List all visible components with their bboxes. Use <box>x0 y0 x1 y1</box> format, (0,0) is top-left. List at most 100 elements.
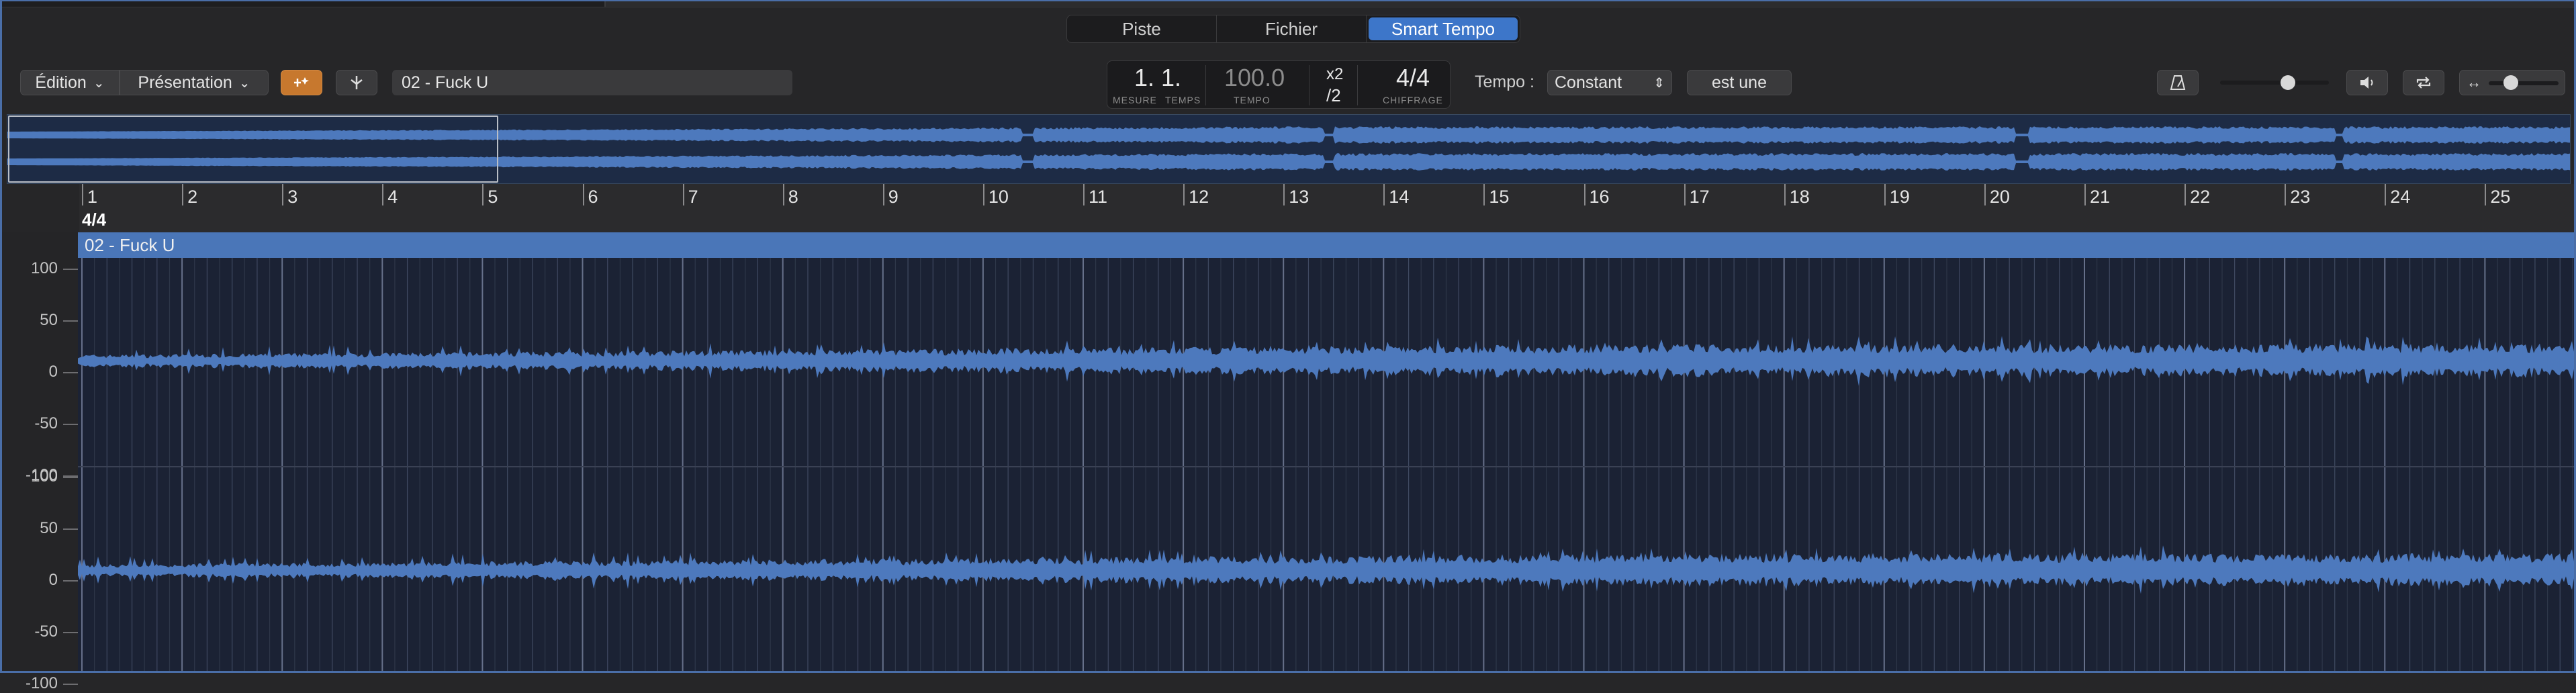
bar-number: 12 <box>1189 187 1209 207</box>
bar-tick <box>182 184 184 205</box>
scale-label: -50 <box>34 414 58 432</box>
channel-separator <box>78 466 2576 467</box>
bar-tick <box>282 184 284 205</box>
scale-tick <box>63 528 78 530</box>
waveform-editor[interactable] <box>78 258 2576 673</box>
bar-number: 10 <box>988 187 1009 207</box>
scale-label: -50 <box>34 622 58 641</box>
updown-chevron-icon: ⇕ <box>1653 75 1665 91</box>
zoom-slider[interactable] <box>2489 81 2559 85</box>
bar-tick <box>1684 184 1686 205</box>
bar-number: 14 <box>1389 187 1410 207</box>
catch-playhead-icon <box>351 76 363 89</box>
bar-number: 24 <box>2390 187 2411 207</box>
region-header[interactable]: 02 - Fuck U <box>78 232 2576 258</box>
bar-number: 5 <box>488 187 498 207</box>
bar-tick <box>482 184 484 205</box>
view-menu-label: Présentation <box>138 73 232 92</box>
tempo-action-button[interactable]: est une <box>1687 70 1792 95</box>
audio-waveform <box>78 336 2576 386</box>
bar-tick <box>782 184 784 205</box>
bar-tick <box>1283 184 1285 205</box>
flex-sparkle-icon <box>294 77 309 87</box>
bar-ruler[interactable]: 1 2 3 4 5 6 7 8 9 10 11 12 13 14 15 16 17 18 19 20 21 22 23 24 2… <box>79 184 2576 233</box>
bar-tick <box>1083 184 1085 205</box>
scale-tick <box>63 269 78 270</box>
bar-tick <box>2184 184 2187 205</box>
lcd-tempo-multiply[interactable]: x2 <box>1326 65 1343 84</box>
scale-tick <box>63 580 78 582</box>
bar-tick <box>1784 184 1786 205</box>
bar-number: 13 <box>1289 187 1309 207</box>
bar-number: 4 <box>387 187 398 207</box>
scale-tick <box>63 320 78 322</box>
bar-number: 19 <box>1889 187 1910 207</box>
bar-number: 6 <box>588 187 598 207</box>
scale-tick <box>63 424 78 425</box>
tempo-mode-popup[interactable]: Constant ⇕ <box>1547 70 1672 95</box>
bar-tick <box>2485 184 2487 205</box>
bar-tick <box>2084 184 2086 205</box>
window-top-strip <box>0 0 2576 8</box>
bar-number: 25 <box>2490 187 2511 207</box>
tab-fichier[interactable]: Fichier <box>1217 15 1367 42</box>
volume-slider-knob[interactable] <box>2281 75 2295 90</box>
scale-tick <box>63 477 78 478</box>
bar-number: 16 <box>1589 187 1610 207</box>
scale-tick <box>63 684 78 685</box>
amplitude-scale: 100 50 0 -50 -100 100 50 0 -50 -100 <box>0 232 79 692</box>
scale-label: 0 <box>48 363 58 381</box>
cycle-button[interactable] <box>2403 70 2444 95</box>
edit-menu-button[interactable]: Édition ⌄ <box>20 70 120 95</box>
bar-tick <box>582 184 584 205</box>
audio-waveform <box>78 545 2576 594</box>
view-menu-button[interactable]: Présentation ⌄ <box>120 70 269 95</box>
bar-number: 3 <box>287 187 298 207</box>
bar-tick <box>82 184 83 205</box>
lcd-measure-label: MESURE <box>1113 95 1157 105</box>
bar-tick <box>1383 184 1385 205</box>
bar-number: 7 <box>688 187 698 207</box>
bar-number: 23 <box>2290 187 2311 207</box>
speaker-icon <box>2360 77 2373 89</box>
scale-tick <box>63 632 78 633</box>
edit-menu-label: Édition <box>35 73 87 92</box>
chevron-down-icon: ⌄ <box>238 75 250 91</box>
zoom-slider-knob[interactable] <box>2503 75 2518 90</box>
waveform-graphic <box>78 258 2576 673</box>
metronome-button[interactable] <box>2157 70 2199 95</box>
bar-number: 21 <box>2090 187 2111 207</box>
track-name-field[interactable]: 02 - Fuck U <box>392 70 792 95</box>
ruler-time-signature: 4/4 <box>82 210 107 230</box>
bar-tick <box>1183 184 1185 205</box>
lcd-tempo-divide[interactable]: /2 <box>1326 85 1341 106</box>
flex-button[interactable] <box>281 70 322 95</box>
bar-number: 18 <box>1789 187 1810 207</box>
bar-tick <box>882 184 884 205</box>
lcd-tempo-label: TEMPO <box>1234 95 1271 105</box>
bar-number: 1 <box>87 187 98 207</box>
tab-smart-tempo[interactable]: Smart Tempo <box>1369 17 1518 40</box>
horizontal-zoom-icon: ↔ <box>2467 74 2481 91</box>
bar-tick <box>1984 184 1986 205</box>
tab-piste[interactable]: Piste <box>1067 15 1217 42</box>
cycle-icon <box>2416 77 2431 89</box>
bar-number: 9 <box>888 187 899 207</box>
bar-number: 2 <box>187 187 198 207</box>
lcd-display[interactable]: 1. 1. MESURE TEMPS 100.0 TEMPO x2 /2 4/4… <box>1107 60 1451 109</box>
lcd-position: 1. 1. <box>1134 64 1182 91</box>
catch-button[interactable] <box>336 70 377 95</box>
speaker-button[interactable] <box>2346 70 2388 95</box>
bar-number: 20 <box>1989 187 2010 207</box>
bar-number: 17 <box>1689 187 1710 207</box>
tempo-label: Tempo : <box>1475 73 1534 91</box>
bar-tick <box>2285 184 2287 205</box>
scale-tick <box>63 372 78 373</box>
bar-number: 22 <box>2190 187 2211 207</box>
scale-label: -100 <box>25 674 58 692</box>
bar-tick <box>1583 184 1585 205</box>
overview-visible-area[interactable] <box>8 116 498 183</box>
bar-number: 8 <box>788 187 798 207</box>
bar-number: 11 <box>1089 187 1108 207</box>
volume-slider[interactable] <box>2220 81 2329 85</box>
